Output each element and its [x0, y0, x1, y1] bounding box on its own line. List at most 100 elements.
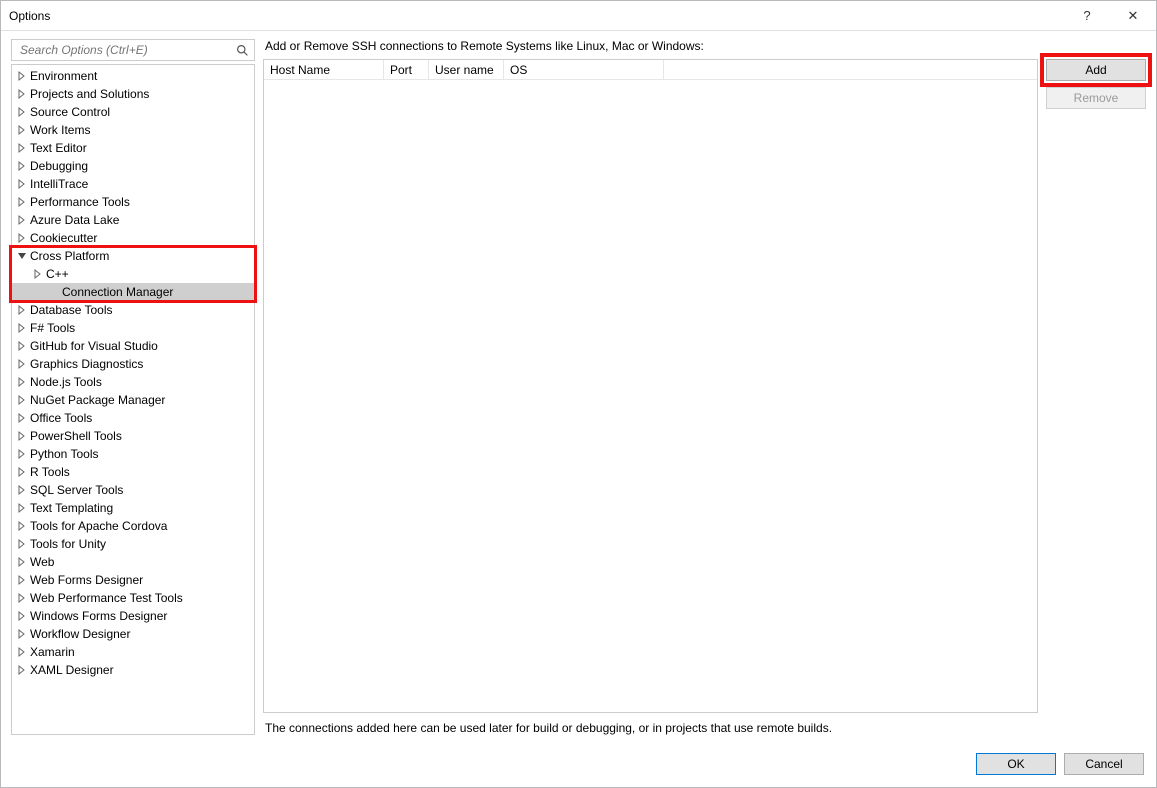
- tree-item-label: Web: [30, 555, 54, 569]
- tree-item[interactable]: GitHub for Visual Studio: [12, 337, 254, 355]
- tree-item-cross-platform[interactable]: Cross Platform: [12, 247, 254, 265]
- close-icon: ✕: [1128, 8, 1139, 24]
- tree-item[interactable]: Azure Data Lake: [12, 211, 254, 229]
- tree-item-label: Xamarin: [30, 645, 75, 659]
- chevron-right-icon: [48, 286, 60, 298]
- close-button[interactable]: ✕: [1110, 1, 1156, 31]
- tree-item[interactable]: R Tools: [12, 463, 254, 481]
- col-username[interactable]: User name: [429, 60, 504, 79]
- tree-item[interactable]: Text Templating: [12, 499, 254, 517]
- tree-item[interactable]: Xamarin: [12, 643, 254, 661]
- tree-item-label: Node.js Tools: [30, 375, 102, 389]
- tree-item-label: NuGet Package Manager: [30, 393, 165, 407]
- window-title: Options: [9, 9, 50, 23]
- chevron-right-icon: [16, 466, 28, 478]
- col-os[interactable]: OS: [504, 60, 664, 79]
- tree-item-label: Connection Manager: [62, 285, 173, 299]
- tree-item[interactable]: Tools for Apache Cordova: [12, 517, 254, 535]
- tree-item-label: R Tools: [30, 465, 70, 479]
- chevron-right-icon: [16, 412, 28, 424]
- tree-item[interactable]: SQL Server Tools: [12, 481, 254, 499]
- table-header: Host Name Port User name OS: [264, 60, 1037, 80]
- chevron-right-icon: [16, 376, 28, 388]
- search-input[interactable]: [18, 42, 234, 58]
- chevron-right-icon: [16, 340, 28, 352]
- chevron-right-icon: [16, 394, 28, 406]
- chevron-right-icon: [16, 88, 28, 100]
- tree-item[interactable]: Python Tools: [12, 445, 254, 463]
- tree-item[interactable]: Cookiecutter: [12, 229, 254, 247]
- tree-item[interactable]: Web Performance Test Tools: [12, 589, 254, 607]
- tree-item[interactable]: Environment: [12, 67, 254, 85]
- tree-item[interactable]: Performance Tools: [12, 193, 254, 211]
- search-icon: [234, 42, 250, 58]
- search-box[interactable]: [11, 39, 255, 61]
- side-buttons: Add Remove: [1046, 59, 1146, 713]
- tree-item[interactable]: Debugging: [12, 157, 254, 175]
- cancel-button[interactable]: Cancel: [1064, 753, 1144, 775]
- tree-item-label: F# Tools: [30, 321, 75, 335]
- chevron-right-icon: [16, 502, 28, 514]
- help-icon: ?: [1083, 8, 1090, 23]
- chevron-right-icon: [16, 142, 28, 154]
- tree-item[interactable]: Tools for Unity: [12, 535, 254, 553]
- chevron-right-icon: [16, 538, 28, 550]
- chevron-right-icon: [16, 232, 28, 244]
- tree-item[interactable]: Projects and Solutions: [12, 85, 254, 103]
- tree-item-label: Workflow Designer: [30, 627, 130, 641]
- col-hostname[interactable]: Host Name: [264, 60, 384, 79]
- table-body: [264, 80, 1037, 712]
- remove-button[interactable]: Remove: [1046, 87, 1146, 109]
- tree-item[interactable]: Source Control: [12, 103, 254, 121]
- options-tree[interactable]: EnvironmentProjects and Solutions Source …: [11, 64, 255, 735]
- tree-item[interactable]: Windows Forms Designer: [12, 607, 254, 625]
- tree-item[interactable]: F# Tools: [12, 319, 254, 337]
- chevron-right-icon: [16, 106, 28, 118]
- chevron-right-icon: [16, 628, 28, 640]
- tree-item-label: Cross Platform: [30, 249, 109, 263]
- tree-item-connection-manager[interactable]: Connection Manager: [12, 283, 254, 301]
- tree-item-label: Azure Data Lake: [30, 213, 119, 227]
- tree-item-label: Python Tools: [30, 447, 99, 461]
- tree-item-label: Source Control: [30, 105, 110, 119]
- tree-item[interactable]: Graphics Diagnostics: [12, 355, 254, 373]
- tree-item-cpp[interactable]: C++: [12, 265, 254, 283]
- add-button[interactable]: Add: [1046, 59, 1146, 81]
- tree-item-label: Web Forms Designer: [30, 573, 143, 587]
- ok-button[interactable]: OK: [976, 753, 1056, 775]
- right-panel: Add or Remove SSH connections to Remote …: [263, 39, 1146, 735]
- tree-item[interactable]: Work Items: [12, 121, 254, 139]
- col-spacer: [664, 60, 1037, 79]
- tree-item-label: Cookiecutter: [30, 231, 97, 245]
- tree-item[interactable]: IntelliTrace: [12, 175, 254, 193]
- tree-item-label: Windows Forms Designer: [30, 609, 167, 623]
- chevron-right-icon: [16, 214, 28, 226]
- chevron-right-icon: [16, 322, 28, 334]
- help-button[interactable]: ?: [1064, 1, 1110, 31]
- connections-table[interactable]: Host Name Port User name OS: [263, 59, 1038, 713]
- tree-item[interactable]: Node.js Tools: [12, 373, 254, 391]
- tree-item-label: C++: [46, 267, 69, 281]
- footer-note: The connections added here can be used l…: [265, 721, 1144, 735]
- tree-item[interactable]: Database Tools: [12, 301, 254, 319]
- tree-item[interactable]: Web: [12, 553, 254, 571]
- tree-item-label: Text Templating: [30, 501, 113, 515]
- tree-item-label: Tools for Apache Cordova: [30, 519, 167, 533]
- tree-item[interactable]: Office Tools: [12, 409, 254, 427]
- tree-item-label: GitHub for Visual Studio: [30, 339, 158, 353]
- tree-item[interactable]: Text Editor: [12, 139, 254, 157]
- tree-item[interactable]: NuGet Package Manager: [12, 391, 254, 409]
- tree-item[interactable]: PowerShell Tools: [12, 427, 254, 445]
- chevron-right-icon: [16, 520, 28, 532]
- chevron-right-icon: [16, 178, 28, 190]
- tree-item[interactable]: Workflow Designer: [12, 625, 254, 643]
- tree-item-label: Performance Tools: [30, 195, 130, 209]
- tree-item[interactable]: XAML Designer: [12, 661, 254, 679]
- chevron-right-icon: [16, 610, 28, 622]
- chevron-right-icon: [16, 196, 28, 208]
- titlebar: Options ? ✕: [1, 1, 1156, 31]
- tree-item-label: Web Performance Test Tools: [30, 591, 183, 605]
- tree-item[interactable]: Web Forms Designer: [12, 571, 254, 589]
- col-port[interactable]: Port: [384, 60, 429, 79]
- tree-item-label: SQL Server Tools: [30, 483, 123, 497]
